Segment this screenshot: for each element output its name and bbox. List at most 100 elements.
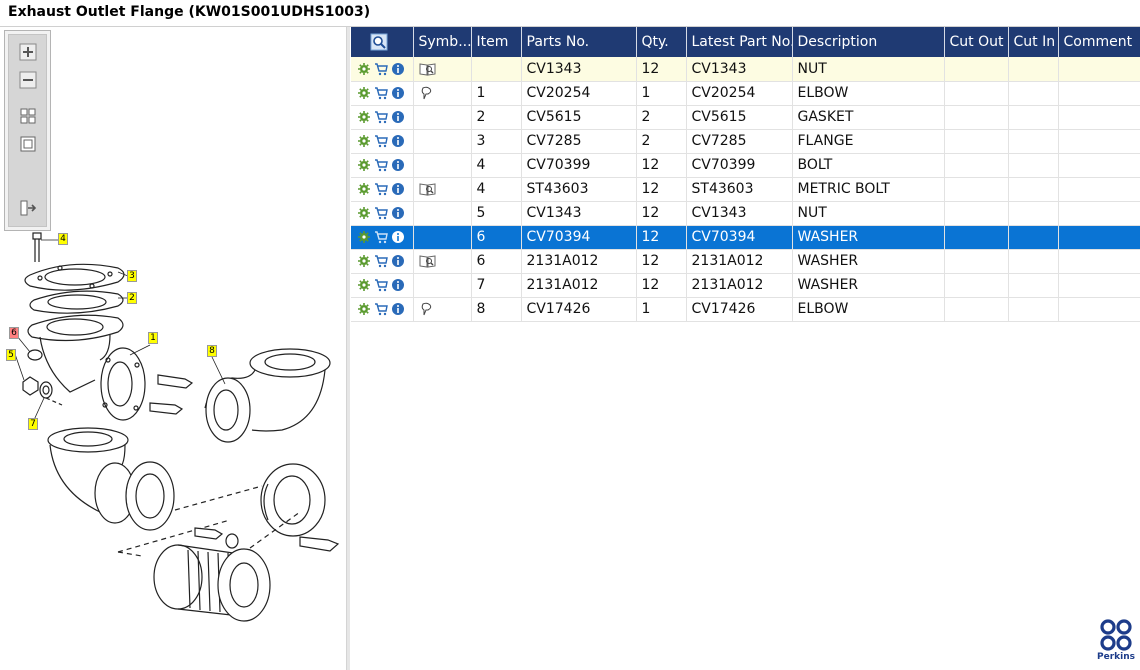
gear-icon[interactable]: [357, 110, 371, 124]
info-icon[interactable]: [391, 302, 405, 316]
info-icon[interactable]: [391, 158, 405, 172]
row-symbol[interactable]: [413, 153, 472, 178]
info-icon[interactable]: [391, 110, 405, 124]
pane-splitter[interactable]: [346, 27, 350, 670]
row-symbol[interactable]: [413, 129, 472, 154]
info-icon[interactable]: [391, 86, 405, 100]
row-actions: [351, 201, 414, 226]
gear-icon[interactable]: [357, 278, 371, 292]
callout-1[interactable]: 1: [148, 332, 158, 344]
row-comment: [1058, 129, 1140, 154]
info-icon[interactable]: [391, 206, 405, 220]
info-icon[interactable]: [391, 254, 405, 268]
row-symbol[interactable]: [413, 201, 472, 226]
cart-icon[interactable]: [374, 302, 388, 316]
callout-8[interactable]: 8: [207, 345, 217, 357]
callout-5[interactable]: 5: [6, 349, 16, 361]
book-icon[interactable]: [419, 182, 436, 196]
info-icon[interactable]: [391, 134, 405, 148]
column-header-search[interactable]: [351, 27, 414, 57]
gear-icon[interactable]: [357, 62, 371, 76]
cart-icon[interactable]: [374, 134, 388, 148]
callout-7[interactable]: 7: [28, 418, 38, 430]
table-row[interactable]: CV1343 12 CV1343 NUT: [351, 57, 1140, 82]
gear-icon[interactable]: [357, 86, 371, 100]
row-actions: [351, 273, 414, 298]
row-comment: [1058, 177, 1140, 202]
pin-icon[interactable]: [419, 302, 436, 316]
row-symbol[interactable]: [413, 81, 472, 106]
row-symbol[interactable]: [413, 249, 472, 274]
row-symbol[interactable]: [413, 297, 472, 322]
column-header-symbol[interactable]: Symb...: [413, 27, 472, 57]
gear-icon[interactable]: [357, 230, 371, 244]
table-row[interactable]: 6 CV70394 12 CV70394 WASHER: [351, 225, 1140, 250]
table-row[interactable]: 2 CV5615 2 CV5615 GASKET: [351, 105, 1140, 130]
row-qty: 2: [636, 105, 687, 130]
diagram-pane[interactable]: 4 3 2 6 1 5 8 7: [0, 27, 346, 670]
cart-icon[interactable]: [374, 230, 388, 244]
info-icon[interactable]: [391, 230, 405, 244]
table-row[interactable]: 8 CV17426 1 CV17426 ELBOW: [351, 297, 1140, 322]
callout-2[interactable]: 2: [127, 292, 137, 304]
table-row[interactable]: 3 CV7285 2 CV7285 FLANGE: [351, 129, 1140, 154]
row-symbol[interactable]: [413, 273, 472, 298]
gear-icon[interactable]: [357, 254, 371, 268]
row-cut-out: [944, 273, 1009, 298]
pin-icon[interactable]: [419, 86, 436, 100]
zoom-in-button[interactable]: [19, 43, 37, 61]
row-symbol[interactable]: [413, 225, 472, 250]
row-latest-part-no: 2131A012: [686, 249, 793, 274]
export-button[interactable]: [19, 199, 37, 217]
cart-icon[interactable]: [374, 278, 388, 292]
table-row[interactable]: 4 CV70399 12 CV70399 BOLT: [351, 153, 1140, 178]
gear-icon[interactable]: [357, 206, 371, 220]
cart-icon[interactable]: [374, 182, 388, 196]
cart-icon[interactable]: [374, 62, 388, 76]
callout-6[interactable]: 6: [9, 327, 19, 339]
table-row[interactable]: 6 2131A012 12 2131A012 WASHER: [351, 249, 1140, 274]
callout-3[interactable]: 3: [127, 270, 137, 282]
info-icon[interactable]: [391, 278, 405, 292]
cart-icon[interactable]: [374, 206, 388, 220]
column-header-qty[interactable]: Qty.: [636, 27, 687, 57]
gear-icon[interactable]: [357, 182, 371, 196]
table-row[interactable]: 4 ST43603 12 ST43603 METRIC BOLT: [351, 177, 1140, 202]
column-header-part-no[interactable]: Parts No.: [521, 27, 637, 57]
book-icon[interactable]: [419, 254, 436, 268]
column-header-cut-in[interactable]: Cut In: [1008, 27, 1059, 57]
table-row[interactable]: 7 2131A012 12 2131A012 WASHER: [351, 273, 1140, 298]
row-comment: [1058, 105, 1140, 130]
table-row[interactable]: 1 CV20254 1 CV20254 ELBOW: [351, 81, 1140, 106]
callout-4[interactable]: 4: [58, 233, 68, 245]
gear-icon[interactable]: [357, 158, 371, 172]
column-header-cut-out[interactable]: Cut Out: [944, 27, 1009, 57]
gear-icon[interactable]: [357, 134, 371, 148]
exploded-diagram[interactable]: [0, 27, 346, 670]
column-header-item[interactable]: Item: [471, 27, 522, 57]
table-row[interactable]: 5 CV1343 12 CV1343 NUT: [351, 201, 1140, 226]
gear-icon[interactable]: [357, 302, 371, 316]
zoom-in-icon: [19, 43, 37, 61]
diagram-part-bolt: [32, 232, 42, 262]
info-icon[interactable]: [391, 62, 405, 76]
cart-icon[interactable]: [374, 86, 388, 100]
row-description: ELBOW: [792, 81, 945, 106]
book-icon[interactable]: [419, 62, 436, 76]
info-icon[interactable]: [391, 182, 405, 196]
cart-icon[interactable]: [374, 254, 388, 268]
row-symbol[interactable]: [413, 177, 472, 202]
row-qty: 12: [636, 249, 687, 274]
row-qty: 12: [636, 225, 687, 250]
row-symbol[interactable]: [413, 105, 472, 130]
row-symbol[interactable]: [413, 57, 472, 82]
cart-icon[interactable]: [374, 158, 388, 172]
column-header-comment[interactable]: Comment: [1058, 27, 1140, 57]
column-header-description[interactable]: Description: [792, 27, 945, 57]
fit-all-button[interactable]: [19, 107, 37, 125]
zoom-out-button[interactable]: [19, 71, 37, 89]
export-icon: [20, 200, 37, 216]
fit-window-button[interactable]: [19, 135, 37, 153]
cart-icon[interactable]: [374, 110, 388, 124]
column-header-latest-part-no[interactable]: Latest Part No.: [686, 27, 793, 57]
